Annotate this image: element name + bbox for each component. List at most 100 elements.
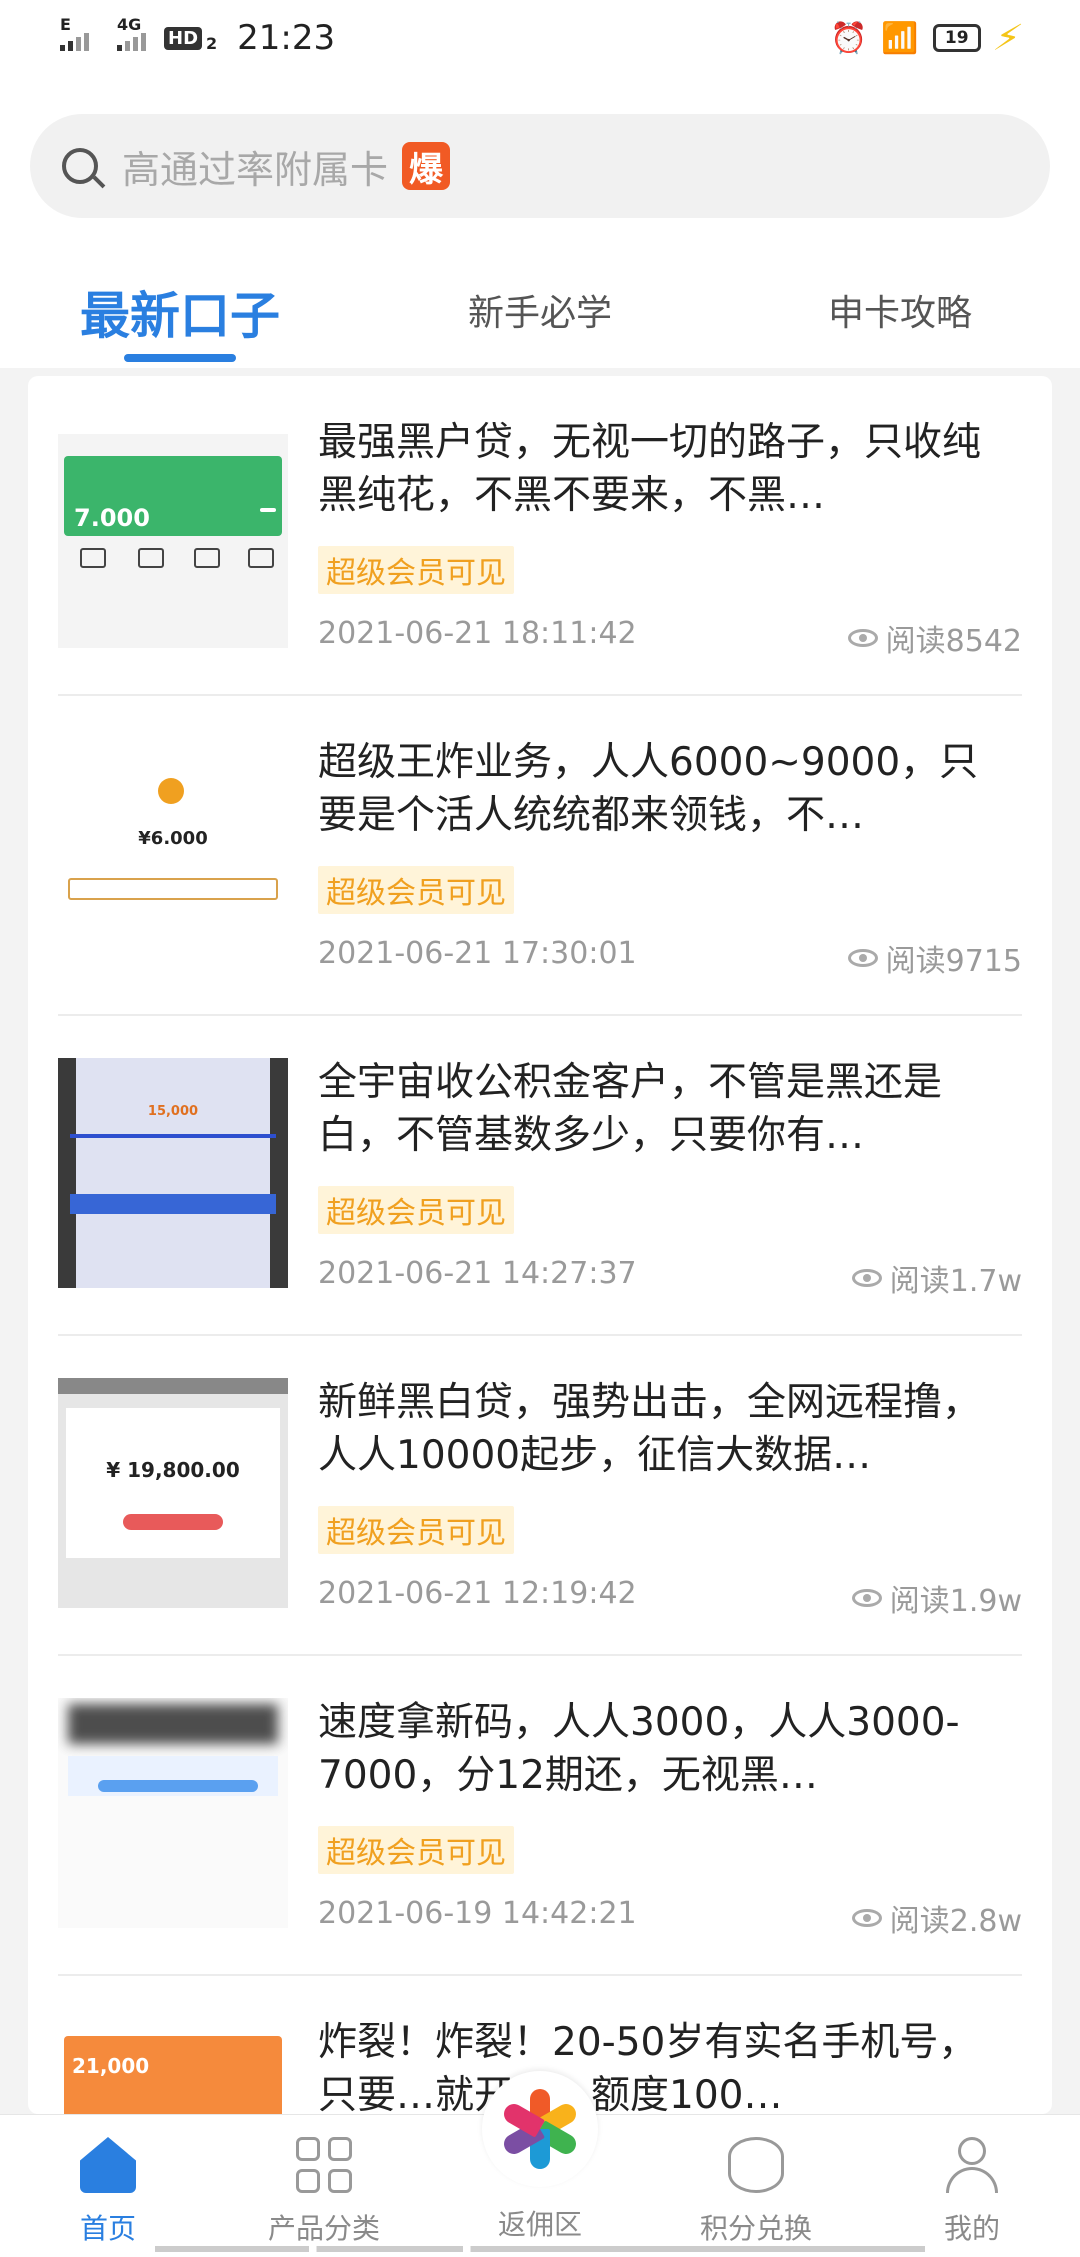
reads-count: 阅读2.8w [889,1904,1022,1939]
tab-label: 最新口子 [80,287,280,345]
article-date: 2021-06-19 14:42:21 [318,1896,637,1931]
nav-home[interactable]: 首页 [0,2115,216,2257]
nav-label: 产品分类 [267,2212,380,2245]
charging-icon: ⚡ [989,17,1026,59]
list-item[interactable]: 15,000 全宇宙收公积金客户，不管是黑还是白，不管基数多少，只要你有… 超级… [58,1016,1022,1336]
article-title: 全宇宙收公积金客户，不管是黑还是白，不管基数多少，只要你有… [318,1060,943,1158]
thumb-statusbar [58,418,288,434]
thumb-button [123,1514,223,1530]
article-reads: 阅读9715 [847,936,1022,980]
search-bar[interactable]: 高通过率附属卡 爆 [30,114,1050,218]
eye-icon [851,1269,882,1287]
status-time: 21:23 [237,18,336,58]
signal2-label: 4G [117,15,142,34]
thumb-button [68,878,278,900]
reads-count: 阅读1.7w [889,1264,1022,1299]
article-thumbnail: ¥6.000 [58,738,288,968]
nav-label: 返佣区 [497,2208,582,2241]
home-icon [80,2137,136,2193]
thumb-icon [248,548,274,568]
article-date: 2021-06-21 17:30:01 [318,936,637,971]
eye-icon [847,629,878,647]
thumb-amount: 7.000 [74,504,150,532]
home-indicator[interactable] [155,2246,925,2252]
thumb-clock-icon [158,778,184,804]
thumb-statusbar [58,1378,288,1394]
tab-label: 新手必学 [467,293,612,334]
eye-icon [851,1909,882,1927]
signal-4g-icon: 4G [117,15,146,51]
list-item[interactable]: ¥6.000 超级王炸业务，人人6000~9000，只要是个活人统统都来领钱，不… [58,696,1022,1016]
user-icon [944,2137,1000,2193]
vip-tag: 超级会员可见 [318,1826,514,1874]
thumb-amount: ¥ 19,800.00 [106,1458,240,1482]
article-thumbnail: ¥ 19,800.00 [58,1378,288,1608]
nav-label: 积分兑换 [699,2212,812,2245]
thumb-amount: 21,000 [72,2054,150,2078]
tab-beginner[interactable]: 新手必学 [360,276,720,368]
status-bar: E 4G HD 2 21:23 ⏰ 📶 19 ⚡ [0,0,1080,76]
thumb-amount: ¥6.000 [138,828,208,849]
vip-tag: 超级会员可见 [318,1506,514,1554]
pinwheel-icon [500,2089,580,2169]
hot-badge: 爆 [402,142,451,190]
article-date: 2021-06-21 12:19:42 [318,1576,637,1611]
article-reads: 阅读1.7w [851,1256,1022,1300]
article-reads: 阅读1.9w [851,1576,1022,1620]
wifi-icon: 📶 [881,20,919,56]
thumb-card [66,1408,280,1558]
vip-tag: 超级会员可见 [318,866,514,914]
article-title: 超级王炸业务，人人6000~9000，只要是个活人统统都来领钱，不… [318,740,979,838]
tab-label: 申卡攻略 [827,293,972,334]
thumb-icon [138,548,164,568]
nav-label: 我的 [943,2212,1000,2245]
nav-rebate[interactable]: 返佣区 [432,2071,648,2257]
coins-icon [728,2137,784,2193]
eye-icon [847,949,878,967]
rebate-button [482,2071,598,2187]
hd-icon: HD [164,26,203,50]
reads-count: 阅读8542 [885,624,1022,659]
list-item[interactable]: 7.000 最强黑户贷，无视一切的路子，只收纯黑纯花，不黑不要来，不黑… 超级会… [58,376,1022,696]
reads-count: 阅读1.9w [889,1584,1022,1619]
list-item[interactable]: 速度拿新码，人人3000，人人3000-7000，分12期还，无视黑… 超级会员… [58,1656,1022,1976]
eye-icon [851,1589,882,1607]
article-list: 7.000 最强黑户贷，无视一切的路子，只收纯黑纯花，不黑不要来，不黑… 超级会… [28,376,1052,2114]
tab-latest[interactable]: 最新口子 [0,276,360,368]
article-title: 炸裂！炸裂！20-50岁有实名手机号，只要…就开干，额度100… [318,2020,978,2114]
tab-indicator [124,354,236,362]
alarm-icon: ⏰ [830,20,868,56]
bottom-nav: 首页 产品分类 返佣区 积分兑换 我的 [0,2071,1080,2257]
search-icon [62,148,98,184]
nav-me[interactable]: 我的 [864,2115,1080,2257]
search-placeholder: 高通过率附属卡 [122,147,389,192]
article-reads: 阅读2.8w [851,1896,1022,1940]
tab-card-guide[interactable]: 申卡攻略 [720,276,1080,368]
thumb-button [98,1780,258,1792]
article-thumbnail: 7.000 [58,418,288,648]
tab-bar: 最新口子 新手必学 申卡攻略 [0,276,1080,368]
article-date: 2021-06-21 18:11:42 [318,616,637,651]
article-thumbnail [58,1698,288,1928]
vip-tag: 超级会员可见 [318,1186,514,1234]
grid-icon [296,2137,352,2193]
list-item[interactable]: ¥ 19,800.00 新鲜黑白贷，强势出击，全网远程撸，人人10000起步，征… [58,1336,1022,1656]
thumb-blurred-area [68,1704,278,1744]
status-right: ⏰ 📶 19 ⚡ [830,18,1025,59]
nav-categories[interactable]: 产品分类 [216,2115,432,2257]
thumb-phone-screen [76,1058,270,1288]
thumb-slider [70,1134,276,1138]
article-reads: 阅读8542 [847,616,1022,660]
thumb-icon [194,548,220,568]
nav-label: 首页 [79,2212,136,2245]
reads-count: 阅读9715 [885,944,1022,979]
status-left: E 4G HD 2 21:23 [60,15,336,58]
article-title: 最强黑户贷，无视一切的路子，只收纯黑纯花，不黑不要来，不黑… [318,420,982,518]
thumb-amount: 15,000 [147,1104,199,1119]
nav-points[interactable]: 积分兑换 [648,2115,864,2257]
thumb-button [260,508,276,512]
article-date: 2021-06-21 14:27:37 [318,1256,637,1291]
hd-sub: 2 [206,33,218,53]
battery-icon: 19 [932,24,981,52]
signal1-label: E [60,15,71,34]
